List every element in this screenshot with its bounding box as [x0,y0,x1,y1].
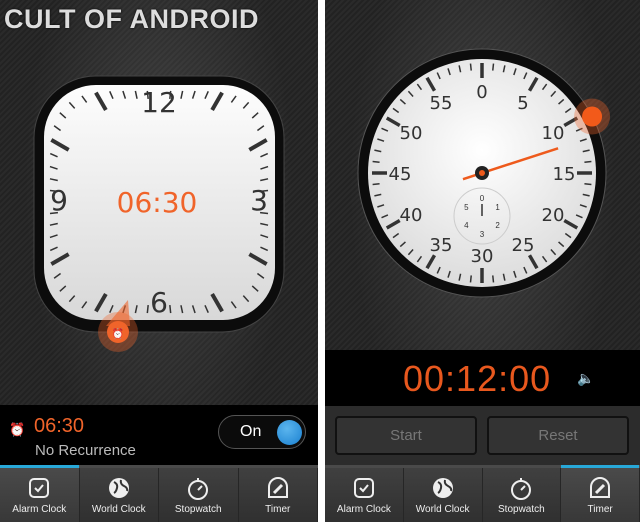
globe-icon [432,478,453,498]
minute-tick [146,304,149,314]
minor-tick [584,160,592,163]
timer-display-bar: 00:12:00 🔈 [325,350,640,406]
timer-time: 00:12:00 [403,358,552,399]
dial-label-55: 55 [430,93,453,114]
timer-controls: Start Reset [325,406,640,465]
subdial-label-0: 0 [480,194,485,203]
toggle-label: On [240,423,262,440]
tab-world-clock[interactable]: World Clock [79,468,159,522]
tab-label: Alarm Clock [336,504,391,515]
timer-dial: 0510152025303540455055012345 [357,48,611,298]
subdial-label-2: 2 [495,221,500,230]
minor-tick [492,63,495,71]
alarm-marker-icon: ⏰ [112,327,124,340]
tab-label: Stopwatch [498,504,545,515]
alarm-icon: ⏰ [9,422,26,437]
alarm-clock-icon [353,478,374,498]
stopwatch-icon [511,478,532,500]
tab-label: World Clock [415,504,470,515]
timer-drag-handle [582,106,603,127]
dial-label-30: 30 [471,246,494,267]
watermark: CULT OF ANDROID [4,4,259,34]
minor-tick [372,183,380,186]
subdial-label-3: 3 [480,230,485,239]
stopwatch-icon [188,478,209,500]
timer-screen: 0 5 10 15 20 25 30 35 40 45 50 55 0 1 2 3 4 5 00:12:00 🔈 … [325,0,640,522]
subdial-label-4: 4 [464,221,469,230]
hand-pivot-center [479,170,485,176]
alarm-clock-screen: 12 3 6 9 06:30 ⏰ ⏰ 06:30 No Recurrence On Ala… [0,0,318,522]
tab-label: Stopwatch [174,504,222,515]
alarm-toggle[interactable]: On [218,415,306,449]
speaker-icon[interactable]: 🔈 [577,370,594,387]
clock-number-6: 6 [150,286,168,319]
clock-number-3: 3 [250,184,268,217]
tab-label: Alarm Clock [12,504,67,515]
tab-bar: Alarm Clock World Clock Stopwatch Timer [0,465,318,522]
clock-number-9: 9 [50,184,68,217]
tab-stopwatch[interactable]: Stopwatch [482,468,562,522]
toggle-knob[interactable] [277,420,302,445]
minor-tick [469,63,472,71]
dial-label-5: 5 [517,93,528,114]
tab-stopwatch[interactable]: Stopwatch [159,468,239,522]
tab-timer[interactable]: Timer [238,468,318,522]
dial-label-10: 10 [542,123,565,144]
subdial-label-1: 1 [495,203,500,212]
minor-tick [584,183,592,186]
reset-button[interactable]: Reset [487,416,629,455]
dial-label-25: 25 [512,235,535,256]
tab-label: Timer [587,504,613,515]
alarm-info-bar: ⏰ 06:30 No Recurrence On [0,405,318,465]
clock-number-12: 12 [141,86,177,119]
dial-label-50: 50 [400,123,423,144]
alarm-clock-icon [29,478,50,498]
minor-tick [492,275,495,283]
dial-label-40: 40 [400,205,423,226]
timer-icon [590,477,611,498]
dial-label-45: 45 [389,164,412,185]
dial-label-15: 15 [553,164,576,185]
alarm-clock-face: 12 3 6 9 06:30 ⏰ [33,75,285,352]
alarm-recurrence: No Recurrence [35,442,136,459]
minute-tick [169,304,172,314]
tab-label: Timer [265,504,291,515]
minor-tick [469,275,472,283]
minor-tick [372,160,380,163]
tab-alarm-clock[interactable]: Alarm Clock [0,465,80,522]
start-button[interactable]: Start [335,416,477,455]
dial-label-0: 0 [476,82,487,103]
center-alarm-time: 06:30 [117,186,198,219]
subdial-label-5: 5 [464,203,469,212]
tab-alarm-clock[interactable]: Alarm Clock [325,468,404,522]
alarm-time: 06:30 [34,415,85,437]
tab-timer[interactable]: Timer [561,465,640,522]
tab-world-clock[interactable]: World Clock [403,468,483,522]
timer-icon [267,477,288,498]
tab-label: World Clock [91,504,146,515]
dial-label-20: 20 [542,205,565,226]
dial-label-35: 35 [430,235,453,256]
globe-icon [108,478,129,498]
tab-bar: Alarm Clock World Clock Stopwatch Timer [325,465,640,522]
